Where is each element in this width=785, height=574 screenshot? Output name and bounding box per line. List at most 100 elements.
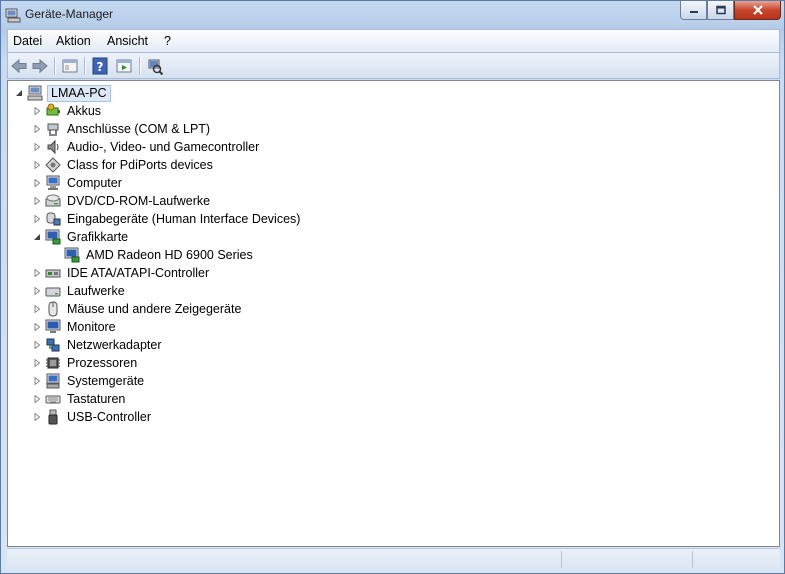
- expand-arrow-icon[interactable]: [33, 197, 41, 205]
- collapse-arrow-icon[interactable]: [33, 233, 41, 241]
- tree-category[interactable]: Akkus: [33, 102, 393, 120]
- help-icon: ?: [92, 57, 108, 75]
- computer-icon: [46, 175, 60, 190]
- tree-category-label[interactable]: Grafikkarte: [67, 228, 128, 246]
- toolbar-separator: [84, 57, 86, 75]
- tree-category-label[interactable]: Akkus: [67, 102, 101, 120]
- scan-hardware-button[interactable]: [145, 56, 165, 76]
- forward-icon: [32, 58, 48, 74]
- display-adapter-icon: [45, 229, 61, 245]
- expand-arrow-icon[interactable]: [33, 287, 41, 295]
- menu-datei[interactable]: Datei: [10, 33, 45, 49]
- properties-icon: [62, 59, 78, 73]
- tree-category[interactable]: Prozessoren: [33, 354, 393, 372]
- expand-arrow-icon[interactable]: [33, 269, 41, 277]
- properties-button[interactable]: [60, 56, 80, 76]
- expand-arrow-icon[interactable]: [33, 143, 41, 151]
- close-icon: [752, 5, 763, 15]
- scan-hardware-icon: [148, 59, 164, 76]
- tree-category[interactable]: Systemgeräte: [33, 372, 393, 390]
- tree-category-label[interactable]: DVD/CD-ROM-Laufwerke: [67, 192, 210, 210]
- menu-help[interactable]: ?: [161, 33, 174, 49]
- tree-category-label[interactable]: Monitore: [67, 318, 116, 336]
- tree-root[interactable]: LMAA-PC: [14, 84, 154, 102]
- tree-category[interactable]: USB-Controller: [33, 408, 393, 426]
- expand-arrow-icon[interactable]: [33, 125, 41, 133]
- maximize-button[interactable]: [707, 1, 734, 20]
- expand-arrow-icon[interactable]: [33, 107, 41, 115]
- device-manager-window: Geräte-Manager Datei Aktion Ansicht ? ?: [0, 0, 785, 574]
- processor-icon: [46, 357, 60, 369]
- expand-arrow-icon[interactable]: [33, 305, 41, 313]
- forward-button[interactable]: [30, 56, 50, 76]
- tree-category-label[interactable]: IDE ATA/ATAPI-Controller: [67, 264, 209, 282]
- expand-arrow-icon[interactable]: [33, 395, 41, 403]
- tree-category-label[interactable]: Laufwerke: [67, 282, 125, 300]
- tree-category[interactable]: Eingabegeräte (Human Interface Devices): [33, 210, 393, 228]
- network-adapter-icon: [46, 338, 60, 352]
- tree-category-label[interactable]: Audio-, Video- und Gamecontroller: [67, 138, 259, 156]
- tree-category[interactable]: Netzwerkadapter: [33, 336, 393, 354]
- toolbar-separator: [54, 57, 56, 75]
- ide-controller-icon: [45, 269, 61, 278]
- tree-category-label[interactable]: Anschlüsse (COM & LPT): [67, 120, 210, 138]
- tree-category-label[interactable]: USB-Controller: [67, 408, 151, 426]
- monitor-icon: [45, 319, 61, 333]
- tree-device[interactable]: AMD Radeon HD 6900 Series: [52, 246, 352, 264]
- battery-icon: [46, 103, 60, 116]
- hid-icon: [46, 212, 61, 226]
- tree-category[interactable]: Audio-, Video- und Gamecontroller: [33, 138, 393, 156]
- tree-category-label[interactable]: Netzwerkadapter: [67, 336, 162, 354]
- expand-arrow-icon[interactable]: [33, 413, 41, 421]
- expand-arrow-icon[interactable]: [33, 359, 41, 367]
- menu-ansicht[interactable]: Ansicht: [104, 33, 151, 49]
- collapse-arrow-icon[interactable]: [15, 89, 23, 97]
- device-class-icon: [45, 157, 61, 173]
- tree-category-label[interactable]: Computer: [67, 174, 122, 192]
- view-button[interactable]: [114, 56, 134, 76]
- tree-category[interactable]: Grafikkarte: [33, 228, 393, 246]
- device-tree[interactable]: LMAA-PC Akkus Anschlüsse (COM & LPT) Audio…: [7, 80, 780, 547]
- tree-category[interactable]: Class for PdiPorts devices: [33, 156, 393, 174]
- dvd-drive-icon: [45, 194, 61, 207]
- expand-arrow-icon[interactable]: [33, 377, 41, 385]
- tree-category-label[interactable]: Eingabegeräte (Human Interface Devices): [67, 210, 300, 228]
- toolbar-separator: [139, 57, 141, 75]
- svg-text:?: ?: [97, 60, 104, 74]
- tree-category-label[interactable]: Prozessoren: [67, 354, 137, 372]
- usb-icon: [48, 409, 58, 425]
- view-icon: [116, 59, 132, 73]
- tree-category[interactable]: Laufwerke: [33, 282, 393, 300]
- tree-category[interactable]: DVD/CD-ROM-Laufwerke: [33, 192, 393, 210]
- system-devices-icon: [46, 373, 60, 389]
- menu-aktion[interactable]: Aktion: [53, 33, 94, 49]
- mouse-icon: [48, 301, 58, 317]
- port-icon: [47, 123, 59, 136]
- help-button[interactable]: ?: [90, 56, 110, 76]
- expand-arrow-icon[interactable]: [33, 179, 41, 187]
- minimize-icon: [689, 11, 698, 13]
- tree-category[interactable]: Monitore: [33, 318, 393, 336]
- tree-category[interactable]: Anschlüsse (COM & LPT): [33, 120, 393, 138]
- tree-category[interactable]: Tastaturen: [33, 390, 393, 408]
- tree-category-label[interactable]: Tastaturen: [67, 390, 125, 408]
- device-manager-icon: [5, 8, 21, 23]
- title-bar[interactable]: Geräte-Manager: [1, 1, 784, 29]
- tree-device-label[interactable]: AMD Radeon HD 6900 Series: [86, 246, 253, 264]
- root-label[interactable]: LMAA-PC: [47, 85, 111, 102]
- expand-arrow-icon[interactable]: [33, 161, 41, 169]
- computer-root-icon: [27, 85, 43, 101]
- tree-category-label[interactable]: Systemgeräte: [67, 372, 144, 390]
- close-button[interactable]: [734, 1, 781, 20]
- back-button[interactable]: [9, 56, 29, 76]
- expand-arrow-icon[interactable]: [33, 341, 41, 349]
- expand-arrow-icon[interactable]: [33, 323, 41, 331]
- tree-category[interactable]: Mäuse und andere Zeigegeräte: [33, 300, 393, 318]
- expand-arrow-icon[interactable]: [33, 215, 41, 223]
- minimize-button[interactable]: [680, 1, 707, 20]
- tree-category-label[interactable]: Mäuse und andere Zeigegeräte: [67, 300, 241, 318]
- tree-category[interactable]: Computer: [33, 174, 393, 192]
- tree-category-label[interactable]: Class for PdiPorts devices: [67, 156, 213, 174]
- window-title: Geräte-Manager: [25, 7, 114, 21]
- tree-category[interactable]: IDE ATA/ATAPI-Controller: [33, 264, 393, 282]
